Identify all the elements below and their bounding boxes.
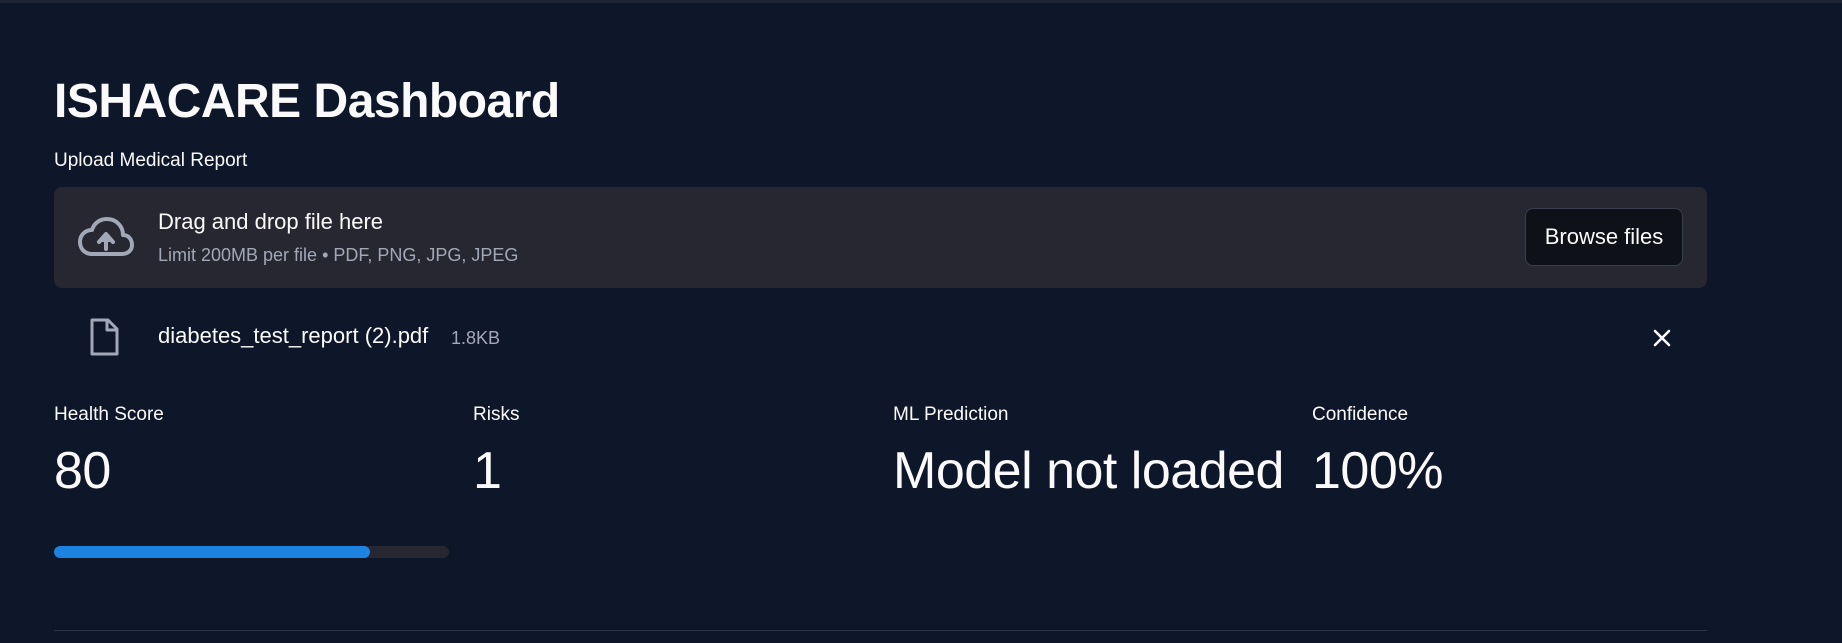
metric-value: 100% xyxy=(1312,442,1444,500)
uploaded-file-row: diabetes_test_report (2).pdf 1.8KB xyxy=(54,312,1707,362)
uploaded-file-size: 1.8KB xyxy=(451,328,501,348)
file-dropzone[interactable]: Drag and drop file here Limit 200MB per … xyxy=(54,187,1707,288)
divider xyxy=(54,630,1707,631)
metric-label: ML Prediction xyxy=(893,404,1009,425)
metric-confidence: Confidence 100% xyxy=(1312,400,1444,506)
file-icon xyxy=(90,318,119,356)
metric-health-score: Health Score 80 xyxy=(54,400,164,506)
metric-value: Model not loaded xyxy=(893,442,1284,500)
close-icon[interactable] xyxy=(1649,325,1675,351)
metric-risks: Risks 1 xyxy=(473,400,519,506)
metric-label: Confidence xyxy=(1312,404,1409,425)
dropzone-limit-text: Limit 200MB per file • PDF, PNG, JPG, JP… xyxy=(158,245,519,265)
metric-label: Health Score xyxy=(54,404,164,425)
uploaded-file-name: diabetes_test_report (2).pdf xyxy=(158,323,429,348)
browse-files-button[interactable]: Browse files xyxy=(1525,208,1683,266)
upload-label: Upload Medical Report xyxy=(54,150,248,171)
progress-fill xyxy=(54,546,370,558)
dropzone-instructions: Drag and drop file here xyxy=(158,209,384,234)
health-score-progress-bar xyxy=(54,546,449,558)
main-content: ISHACARE Dashboard Upload Medical Report… xyxy=(54,0,1708,643)
metric-label: Risks xyxy=(473,404,520,425)
metric-value: 80 xyxy=(54,442,111,500)
cloud-upload-icon xyxy=(78,217,134,256)
page-title: ISHACARE Dashboard xyxy=(54,75,560,128)
metric-value: 1 xyxy=(473,442,502,500)
metric-ml-prediction: ML Prediction Model not loaded xyxy=(893,400,1284,506)
